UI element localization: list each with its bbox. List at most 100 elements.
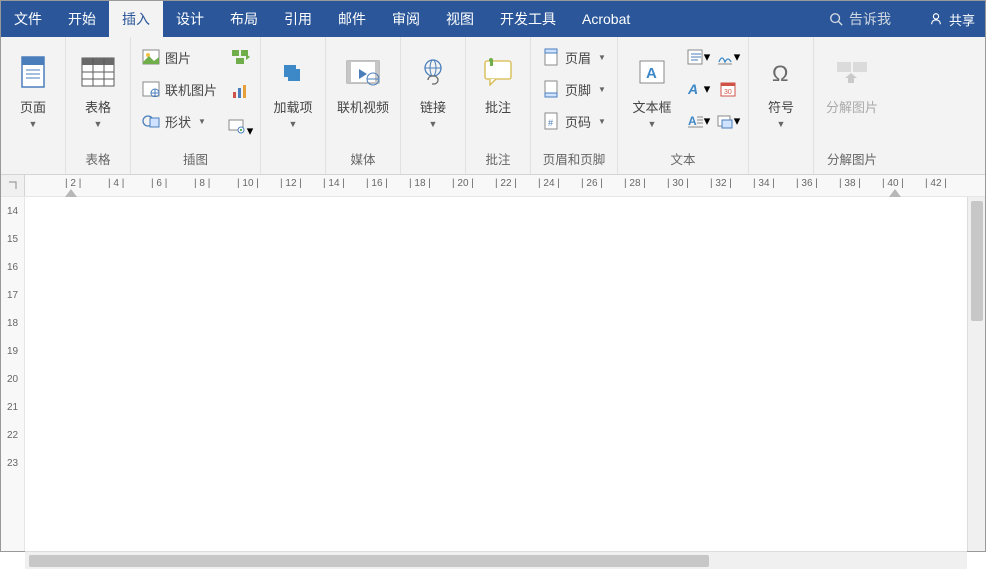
symbol-icon: Ω (766, 50, 796, 94)
chart-icon (230, 82, 250, 100)
tab-file[interactable]: 文件 (1, 1, 55, 37)
textbox-icon: A (637, 50, 667, 94)
tab-mailings[interactable]: 邮件 (325, 1, 379, 37)
shapes-icon (142, 112, 160, 130)
scrollbar-horizontal[interactable] (25, 551, 967, 569)
indent-right-marker[interactable] (889, 189, 901, 197)
chevron-down-icon: ▾ (247, 123, 254, 139)
chevron-down-icon: ▾ (734, 113, 741, 129)
group-media-label: 媒体 (332, 145, 394, 174)
ruler-tick: 15 (7, 225, 18, 253)
table-button[interactable]: 表格 ▼ (72, 43, 124, 143)
wordart-button[interactable]: A▾ (684, 75, 712, 103)
scrollbar-vertical[interactable] (967, 197, 985, 551)
page-number-button[interactable]: # 页码▼ (537, 107, 611, 135)
textbox-label: 文本框 (632, 100, 671, 116)
footer-label: 页脚 (565, 80, 591, 99)
header-label: 页眉 (565, 48, 591, 67)
ruler-tick: | 4 | (108, 178, 124, 189)
online-pictures-button[interactable]: 联机图片 (137, 75, 222, 103)
tell-me-search[interactable] (819, 1, 919, 37)
ruler-tick: | 40 | (882, 178, 904, 189)
addins-button[interactable]: 加载项 ▼ (267, 43, 319, 143)
ruler-tick: | 26 | (581, 178, 603, 189)
chart-button[interactable] (226, 77, 254, 105)
smartart-icon (230, 48, 250, 66)
object-button[interactable]: ▾ (714, 107, 742, 135)
pages-label: 页面 (20, 100, 46, 116)
addins-icon (278, 50, 308, 94)
header-icon (542, 48, 560, 66)
online-video-label: 联机视频 (337, 100, 389, 116)
shapes-button[interactable]: 形状 ▼ (137, 107, 222, 135)
pictures-button[interactable]: 图片 (137, 43, 222, 71)
ruler-vertical[interactable]: 14151617181920212223 (1, 197, 25, 551)
svg-text:A: A (687, 81, 698, 97)
chevron-down-icon: ▼ (94, 119, 103, 129)
signature-line-button[interactable]: ▾ (714, 43, 742, 71)
footer-button[interactable]: 页脚▼ (537, 75, 611, 103)
tab-home[interactable]: 开始 (55, 1, 109, 37)
chevron-down-icon: ▼ (647, 119, 656, 129)
indent-left-marker[interactable] (65, 189, 77, 197)
ruler-horizontal[interactable]: | 2 || 4 || 6 || 8 || 10 || 12 || 14 || … (1, 175, 985, 197)
symbol-button[interactable]: Ω 符号 ▼ (755, 43, 807, 143)
ruler-tick: | 16 | (366, 178, 388, 189)
ruler-tick: | 14 | (323, 178, 345, 189)
links-button[interactable]: 链接 ▼ (407, 43, 459, 143)
scrollbar-thumb[interactable] (29, 555, 709, 567)
group-comments-label: 批注 (472, 145, 524, 174)
links-label: 链接 (420, 100, 446, 116)
smartart-button[interactable] (226, 43, 254, 71)
footer-icon (542, 80, 560, 98)
pages-button[interactable]: 页面 ▼ (7, 43, 59, 143)
ruler-tick: 18 (7, 309, 18, 337)
ruler-tick: 19 (7, 337, 18, 365)
signature-icon (716, 48, 734, 66)
group-illustrations: 图片 联机图片 形状 ▼ ▾ 插图 (131, 37, 261, 174)
picture-icon (142, 48, 160, 66)
ruler-tick: 21 (7, 393, 18, 421)
ruler-tick: 14 (7, 197, 18, 225)
comment-label: 批注 (485, 100, 511, 116)
online-picture-icon (142, 80, 160, 98)
textbox-button[interactable]: A 文本框 ▼ (624, 43, 680, 143)
tab-design[interactable]: 设计 (163, 1, 217, 37)
tab-developer[interactable]: 开发工具 (487, 1, 569, 37)
tab-view[interactable]: 视图 (433, 1, 487, 37)
quick-parts-button[interactable]: ▾ (684, 43, 712, 71)
ruler-tick: | 34 | (753, 178, 775, 189)
ruler-tick: | 38 | (839, 178, 861, 189)
online-pictures-label: 联机图片 (165, 80, 217, 99)
drop-cap-button[interactable]: A▾ (684, 107, 712, 135)
online-video-button[interactable]: 联机视频 (332, 43, 394, 143)
page-icon (19, 50, 47, 94)
comment-button[interactable]: 批注 (472, 43, 524, 143)
tab-insert[interactable]: 插入 (109, 1, 163, 37)
ruler-tick: | 6 | (151, 178, 167, 189)
ruler-tick: | 20 | (452, 178, 474, 189)
table-label: 表格 (85, 100, 111, 116)
tab-acrobat[interactable]: Acrobat (569, 1, 643, 37)
group-tables: 表格 ▼ 表格 (66, 37, 131, 174)
document-page[interactable] (25, 197, 967, 551)
header-button[interactable]: 页眉 ▼ (537, 43, 611, 71)
date-time-icon: 30 (719, 80, 737, 98)
date-time-button[interactable]: 30 (714, 75, 742, 103)
chevron-down-icon: ▾ (734, 49, 741, 65)
tab-layout[interactable]: 布局 (217, 1, 271, 37)
chevron-down-icon: ▼ (598, 53, 606, 62)
disassemble-label: 分解图片 (826, 100, 878, 116)
scrollbar-thumb[interactable] (971, 201, 983, 321)
pictures-label: 图片 (165, 48, 191, 67)
tell-me-input[interactable] (849, 11, 909, 27)
group-tables-label: 表格 (72, 145, 124, 174)
chevron-down-icon: ▼ (198, 117, 206, 126)
tab-review[interactable]: 审阅 (379, 1, 433, 37)
addins-label: 加载项 (274, 100, 313, 116)
tab-references[interactable]: 引用 (271, 1, 325, 37)
screenshot-button[interactable]: ▾ (226, 111, 254, 139)
ruler-tick: | 24 | (538, 178, 560, 189)
svg-text:A: A (646, 65, 657, 82)
share-button[interactable]: 共享 (919, 1, 985, 37)
